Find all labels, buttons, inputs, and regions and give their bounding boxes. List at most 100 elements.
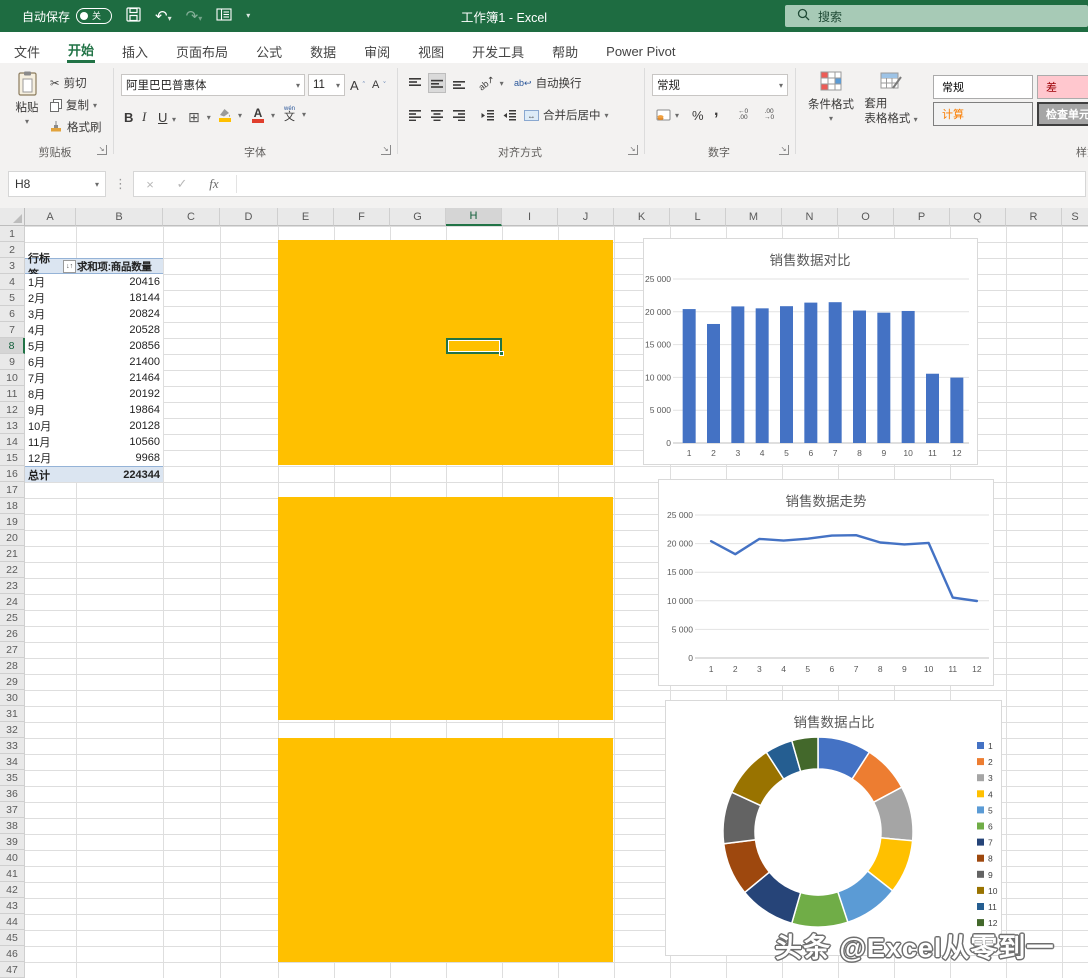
cut-button[interactable]: ✂剪切 <box>50 73 87 93</box>
insert-function-icon[interactable]: fx <box>198 176 230 192</box>
ribbon-display-icon[interactable] <box>216 8 232 24</box>
pivot-cell[interactable]: 21464 <box>76 370 163 386</box>
pivot-cell[interactable]: 2月 <box>25 290 76 306</box>
percent-style-button[interactable]: % <box>692 105 704 125</box>
save-icon[interactable] <box>126 7 141 25</box>
row-header-35[interactable]: 35 <box>0 770 25 786</box>
pivot-cell[interactable]: 求和项:商品数量 <box>76 259 163 273</box>
paste-button[interactable]: 粘贴 ▾ <box>8 71 46 126</box>
pivot-cell[interactable]: 1月 <box>25 274 76 290</box>
align-bottom-button[interactable] <box>450 73 468 93</box>
row-header-39[interactable]: 39 <box>0 834 25 850</box>
autosave-switch-icon[interactable]: 关 <box>76 8 112 24</box>
accounting-format-button[interactable]: ▾ <box>656 105 679 125</box>
borders-button[interactable]: ⊞▾ <box>188 107 211 127</box>
row-header-43[interactable]: 43 <box>0 898 25 914</box>
pivot-row-11月[interactable]: 11月10560 <box>25 434 163 450</box>
pivot-cell[interactable]: 20856 <box>76 338 163 354</box>
orange-rectangle-shape-3[interactable] <box>278 738 613 962</box>
pivot-cell[interactable]: 20824 <box>76 306 163 322</box>
font-color-button[interactable]: A ▾ <box>252 105 275 125</box>
row-header-10[interactable]: 10 <box>0 370 25 386</box>
pivot-total-row[interactable]: 总计224344 <box>25 466 163 482</box>
cell-style-计算[interactable]: 计算 <box>933 102 1033 126</box>
column-header-A[interactable]: A <box>25 208 76 226</box>
row-header-25[interactable]: 25 <box>0 610 25 626</box>
tab-审阅[interactable]: 审阅 <box>363 32 391 63</box>
pivot-header-row[interactable]: 行标签↓↑求和项:商品数量 <box>25 258 163 274</box>
row-header-40[interactable]: 40 <box>0 850 25 866</box>
pivot-row-3月[interactable]: 3月20824 <box>25 306 163 322</box>
column-header-R[interactable]: R <box>1006 208 1062 226</box>
row-header-37[interactable]: 37 <box>0 802 25 818</box>
pivot-row-7月[interactable]: 7月21464 <box>25 370 163 386</box>
pivot-row-4月[interactable]: 4月20528 <box>25 322 163 338</box>
tab-公式[interactable]: 公式 <box>255 32 283 63</box>
row-header-18[interactable]: 18 <box>0 498 25 514</box>
align-middle-button[interactable] <box>428 73 446 93</box>
row-header-6[interactable]: 6 <box>0 306 25 322</box>
bold-button[interactable]: B <box>124 107 133 127</box>
column-header-B[interactable]: B <box>76 208 163 226</box>
row-header-22[interactable]: 22 <box>0 562 25 578</box>
pivot-row-1月[interactable]: 1月20416 <box>25 274 163 290</box>
number-format-select[interactable]: 常规▾ <box>652 74 788 96</box>
row-header-16[interactable]: 16 <box>0 466 25 482</box>
column-header-E[interactable]: E <box>278 208 334 226</box>
wrap-text-button[interactable]: ab↩ 自动换行 <box>514 73 582 93</box>
pivot-cell[interactable]: 行标签↓↑ <box>25 259 76 273</box>
cell-style-常规[interactable]: 常规 <box>933 75 1033 99</box>
cell-style-检查单元格[interactable]: 检查单元格 <box>1037 102 1088 126</box>
donut-chart-销售数据占比[interactable]: 销售数据占比123456789101112 <box>665 700 1002 956</box>
column-header-P[interactable]: P <box>894 208 950 226</box>
align-left-button[interactable] <box>406 105 424 125</box>
row-header-21[interactable]: 21 <box>0 546 25 562</box>
increase-indent-button[interactable] <box>500 105 518 125</box>
pivot-cell[interactable]: 20128 <box>76 418 163 434</box>
row-header-14[interactable]: 14 <box>0 434 25 450</box>
column-header-G[interactable]: G <box>390 208 446 226</box>
grid-area[interactable]: 行标签↓↑求和项:商品数量1月204162月181443月208244月2052… <box>25 226 1088 978</box>
pivot-cell[interactable]: 21400 <box>76 354 163 370</box>
row-header-7[interactable]: 7 <box>0 322 25 338</box>
tab-帮助[interactable]: 帮助 <box>551 32 579 63</box>
pivot-cell[interactable]: 12月 <box>25 450 76 466</box>
decrease-indent-button[interactable] <box>478 105 496 125</box>
tab-视图[interactable]: 视图 <box>417 32 445 63</box>
pivot-cell[interactable]: 18144 <box>76 290 163 306</box>
bar-chart-销售数据对比[interactable]: 销售数据对比05 00010 00015 00020 00025 0001234… <box>643 238 978 465</box>
row-header-33[interactable]: 33 <box>0 738 25 754</box>
row-header-1[interactable]: 1 <box>0 226 25 242</box>
row-header-30[interactable]: 30 <box>0 690 25 706</box>
undo-button[interactable]: ↶▾ <box>155 9 172 24</box>
fill-handle[interactable] <box>499 351 504 356</box>
tab-开发工具[interactable]: 开发工具 <box>471 32 525 63</box>
search-box[interactable]: 搜索 <box>785 5 1088 27</box>
column-header-C[interactable]: C <box>163 208 220 226</box>
row-header-20[interactable]: 20 <box>0 530 25 546</box>
tab-文件[interactable]: 文件 <box>13 32 41 63</box>
column-header-O[interactable]: O <box>838 208 894 226</box>
grow-font-button[interactable]: Aˆ <box>350 75 365 95</box>
merge-center-button[interactable]: ↔ 合并后居中▾ <box>524 105 609 125</box>
pivot-cell[interactable]: 11月 <box>25 434 76 450</box>
row-header-44[interactable]: 44 <box>0 914 25 930</box>
pivot-cell[interactable]: 10月 <box>25 418 76 434</box>
row-header-42[interactable]: 42 <box>0 882 25 898</box>
pivot-cell[interactable]: 8月 <box>25 386 76 402</box>
tab-开始[interactable]: 开始 <box>67 32 95 63</box>
row-header-45[interactable]: 45 <box>0 930 25 946</box>
column-header-S[interactable]: S <box>1062 208 1088 226</box>
row-header-31[interactable]: 31 <box>0 706 25 722</box>
cancel-icon[interactable]: × <box>134 177 166 192</box>
font-dialog-launcher-icon[interactable]: ↘ <box>381 145 391 155</box>
shrink-font-button[interactable]: Aˇ <box>372 75 386 95</box>
row-header-47[interactable]: 47 <box>0 962 25 978</box>
pivot-row-6月[interactable]: 6月21400 <box>25 354 163 370</box>
row-header-36[interactable]: 36 <box>0 786 25 802</box>
row-header-5[interactable]: 5 <box>0 290 25 306</box>
enter-icon[interactable]: ✓ <box>166 176 198 192</box>
pivot-cell[interactable]: 20528 <box>76 322 163 338</box>
row-header-3[interactable]: 3 <box>0 258 25 274</box>
row-header-9[interactable]: 9 <box>0 354 25 370</box>
